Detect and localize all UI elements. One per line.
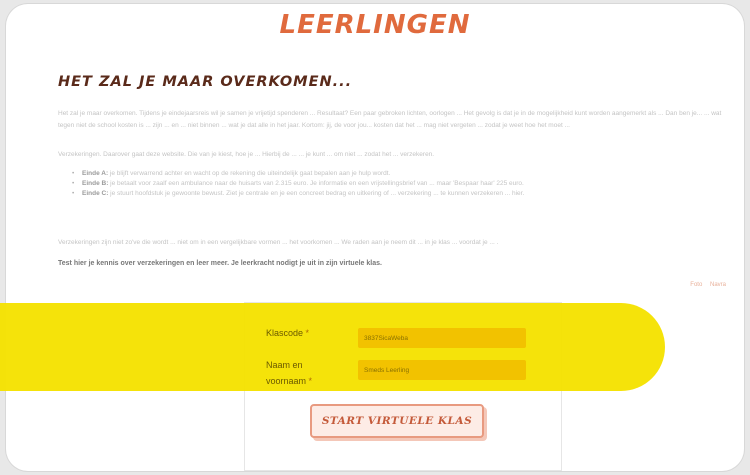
ending-a-text: je blijft verwarrend achter en wacht op …: [108, 170, 391, 177]
ending-b-label: Einde B:: [82, 180, 109, 187]
link-right[interactable]: Navra: [710, 282, 726, 288]
start-virtual-class-button[interactable]: START VIRTUELE KLAS: [310, 404, 484, 438]
page-logo: LEERLINGEN: [279, 10, 471, 40]
naam-input[interactable]: [358, 360, 526, 380]
highlight-band: [0, 303, 665, 391]
small-links: Foto Navra: [684, 282, 726, 288]
link-left[interactable]: Foto: [690, 282, 702, 288]
page-frame: LEERLINGEN HET ZAL JE MAAR OVERKOMEN... …: [6, 4, 744, 471]
ending-c-label: Einde C:: [82, 190, 109, 197]
klascode-label: Klascode *: [266, 328, 310, 338]
naam-label: Naam en voornaam *: [266, 360, 313, 386]
intro-paragraph-2: Verzekeringen. Daarover gaat deze websit…: [58, 151, 435, 158]
ending-a-label: Einde A:: [82, 170, 109, 177]
callout-text: Test hier je kennis over verzekeringen e…: [58, 260, 382, 267]
list-item: Einde A: je blijft verwarrend achter en …: [72, 169, 732, 179]
ending-b-text: je betaalt voor zaalf een ambulance naar…: [108, 180, 524, 187]
intro-paragraph-3: Verzekeringen zijn niet zo've die wordt …: [58, 239, 499, 246]
list-item: Einde C: je stuurt hoofdstuk je gewoonte…: [72, 189, 732, 199]
klascode-input[interactable]: [358, 328, 526, 348]
intro-headline: HET ZAL JE MAAR OVERKOMEN...: [58, 74, 353, 90]
intro-paragraph-1: Het zal je maar overkomen. Tijdens je ei…: [58, 110, 722, 129]
list-item: Einde B: je betaalt voor zaalf een ambul…: [72, 179, 732, 189]
ending-c-text: je stuurt hoofdstuk je gewoonte bewust. …: [108, 190, 525, 197]
endings-list: Einde A: je blijft verwarrend achter en …: [72, 169, 732, 199]
